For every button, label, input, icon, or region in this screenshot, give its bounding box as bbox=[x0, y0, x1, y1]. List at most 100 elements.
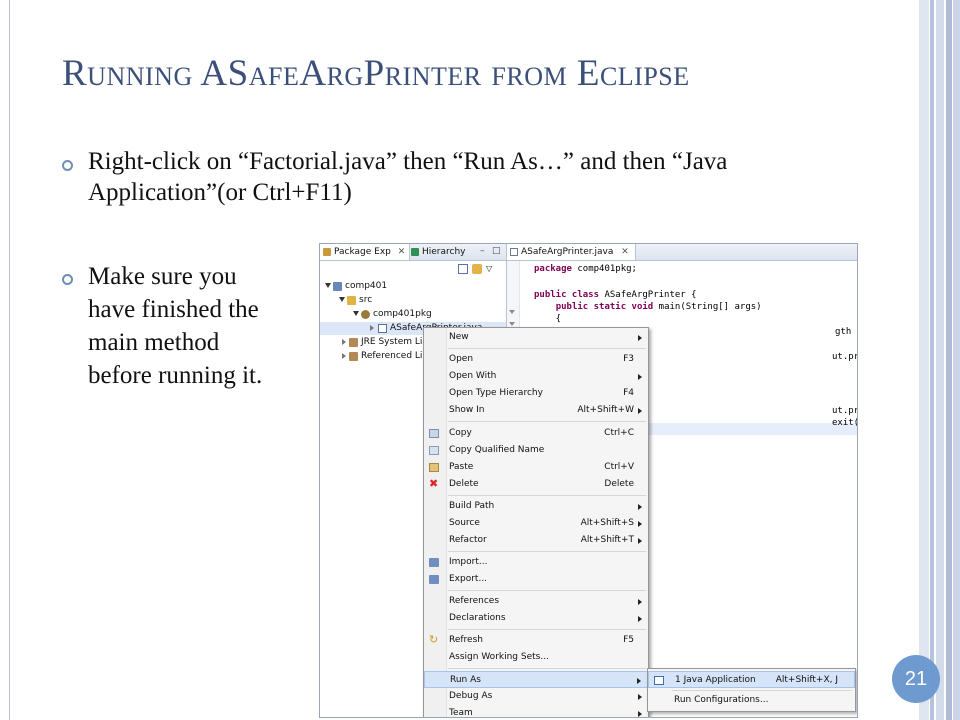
minimize-icon[interactable]: – bbox=[480, 246, 485, 256]
slide-stripe bbox=[919, 0, 929, 720]
java-file-icon bbox=[510, 248, 518, 256]
editor-tab-bar: ASafeArgPrinter.java ✕ bbox=[507, 244, 857, 261]
close-icon[interactable]: ✕ bbox=[621, 247, 629, 257]
menu-item-assign-working-sets[interactable]: Assign Working Sets... bbox=[424, 649, 648, 666]
menu-item-delete[interactable]: ✖ Delete Delete bbox=[424, 476, 648, 493]
delete-icon: ✖ bbox=[429, 477, 439, 490]
menu-item-open[interactable]: Open F3 bbox=[424, 351, 648, 368]
close-icon[interactable]: ✕ bbox=[398, 247, 406, 257]
package-explorer-tab-bar: Package Exp ✕ Hierarchy – □ bbox=[320, 244, 506, 261]
tree-item-src[interactable]: src bbox=[320, 294, 506, 307]
menu-separator bbox=[448, 590, 646, 591]
menu-separator bbox=[448, 495, 646, 496]
expand-arrow-icon[interactable] bbox=[353, 311, 359, 316]
menu-item-run-configurations[interactable]: Run Configurations... bbox=[648, 692, 855, 709]
menu-item-declarations[interactable]: Declarations bbox=[424, 610, 648, 627]
submenu-arrow-icon bbox=[638, 408, 642, 414]
menu-item-build-path[interactable]: Build Path bbox=[424, 498, 648, 515]
context-menu: New Open F3 Open With Open Type Hierarch… bbox=[423, 327, 649, 717]
code-line[interactable]: exit(-1); bbox=[832, 417, 857, 429]
slide-stripe bbox=[936, 0, 944, 720]
package-explorer-icon bbox=[323, 248, 331, 256]
tab-hierarchy[interactable]: Hierarchy bbox=[408, 244, 470, 260]
view-menu-icon[interactable]: ▽ bbox=[486, 264, 496, 274]
page-number-badge: 21 bbox=[892, 655, 940, 703]
code-line[interactable]: { bbox=[534, 313, 561, 325]
bullet-text: Right-click on “Factorial.java” then “Ru… bbox=[88, 148, 728, 206]
library-icon bbox=[349, 352, 358, 361]
explorer-toolbar: ▽ bbox=[450, 264, 500, 276]
collapse-arrow-icon[interactable] bbox=[370, 325, 374, 331]
submenu-arrow-icon bbox=[638, 694, 642, 700]
collapse-arrow-icon[interactable] bbox=[342, 353, 346, 359]
menu-separator bbox=[448, 421, 646, 422]
paste-icon bbox=[429, 463, 439, 472]
tree-item-label: comp401pkg bbox=[373, 309, 432, 319]
submenu-arrow-icon bbox=[638, 616, 642, 622]
maximize-icon[interactable]: □ bbox=[492, 246, 501, 256]
slide-left-rule bbox=[9, 0, 10, 720]
code-line[interactable]: ut.println("Illegal no of argument bbox=[832, 405, 857, 417]
collapse-all-icon[interactable] bbox=[458, 264, 468, 274]
menu-separator bbox=[448, 551, 646, 552]
collapse-arrow-icon[interactable] bbox=[342, 339, 346, 345]
tree-item-label: JRE System Li bbox=[361, 337, 423, 347]
submenu-arrow-icon bbox=[638, 374, 642, 380]
code-line[interactable]: gth == 1) bbox=[835, 326, 857, 338]
menu-item-refactor[interactable]: Refactor Alt+Shift+T bbox=[424, 532, 648, 549]
export-icon bbox=[429, 575, 439, 584]
code-line[interactable]: public static void main(String[] args) bbox=[534, 301, 762, 313]
menu-item-source[interactable]: Source Alt+Shift+S bbox=[424, 515, 648, 532]
menu-item-copy[interactable]: Copy Ctrl+C bbox=[424, 425, 648, 442]
java-file-icon bbox=[378, 324, 387, 333]
menu-separator bbox=[448, 668, 646, 669]
menu-item-open-with[interactable]: Open With bbox=[424, 368, 648, 385]
bullet-text: Make sure you have finished the main met… bbox=[88, 263, 263, 389]
menu-item-export[interactable]: Export... bbox=[424, 571, 648, 588]
menu-item-team[interactable]: Team bbox=[424, 705, 648, 717]
tree-item-package[interactable]: comp401pkg bbox=[320, 308, 506, 321]
package-icon bbox=[361, 310, 370, 319]
menu-separator bbox=[672, 690, 852, 691]
menu-item-open-type-hierarchy[interactable]: Open Type Hierarchy F4 bbox=[424, 385, 648, 402]
submenu-arrow-icon bbox=[638, 335, 642, 341]
slide-stripe bbox=[930, 0, 934, 720]
bullet-marker bbox=[62, 160, 73, 171]
tab-editor-file[interactable]: ASafeArgPrinter.java ✕ bbox=[507, 244, 636, 260]
tree-item-project[interactable]: comp401 bbox=[320, 280, 506, 293]
tab-package-explorer[interactable]: Package Exp ✕ bbox=[320, 244, 411, 260]
fold-marker-icon[interactable] bbox=[509, 310, 515, 314]
tree-item-label: Referenced Li bbox=[361, 351, 423, 361]
menu-item-debug-as[interactable]: Debug As bbox=[424, 688, 648, 705]
copy-icon bbox=[429, 429, 439, 438]
code-line[interactable]: public class ASafeArgPrinter { bbox=[534, 289, 697, 301]
menu-item-show-in[interactable]: Show In Alt+Shift+W bbox=[424, 402, 648, 419]
menu-item-paste[interactable]: Paste Ctrl+V bbox=[424, 459, 648, 476]
slide-title: Running ASafeArgPrinter from Eclipse bbox=[62, 53, 690, 94]
expand-arrow-icon[interactable] bbox=[325, 283, 331, 288]
java-application-icon bbox=[654, 676, 664, 685]
run-as-submenu: 1 Java Application Alt+Shift+X, J Run Co… bbox=[647, 668, 856, 712]
menu-item-references[interactable]: References bbox=[424, 593, 648, 610]
submenu-arrow-icon bbox=[638, 599, 642, 605]
submenu-arrow-icon bbox=[638, 538, 642, 544]
code-line[interactable]: ut.println(args[0]); bbox=[832, 351, 857, 363]
slide-stripe bbox=[953, 0, 960, 720]
code-line[interactable]: package comp401pkg; bbox=[534, 263, 637, 275]
tab-label: ASafeArgPrinter.java bbox=[521, 247, 614, 257]
bullet-marker bbox=[62, 274, 73, 285]
menu-item-java-application[interactable]: 1 Java Application Alt+Shift+X, J bbox=[648, 671, 855, 688]
link-editor-icon[interactable] bbox=[472, 264, 482, 274]
hierarchy-icon bbox=[411, 248, 419, 256]
menu-item-new[interactable]: New bbox=[424, 329, 648, 346]
menu-item-run-as[interactable]: Run As bbox=[424, 671, 648, 688]
menu-item-refresh[interactable]: ↻ Refresh F5 bbox=[424, 632, 648, 649]
source-folder-icon bbox=[347, 296, 356, 305]
menu-separator bbox=[448, 348, 646, 349]
menu-item-copy-qualified-name[interactable]: Copy Qualified Name bbox=[424, 442, 648, 459]
submenu-arrow-icon bbox=[638, 711, 642, 717]
fold-marker-icon[interactable] bbox=[509, 322, 515, 326]
project-icon bbox=[333, 282, 342, 291]
expand-arrow-icon[interactable] bbox=[339, 297, 345, 302]
menu-item-import[interactable]: Import... bbox=[424, 554, 648, 571]
